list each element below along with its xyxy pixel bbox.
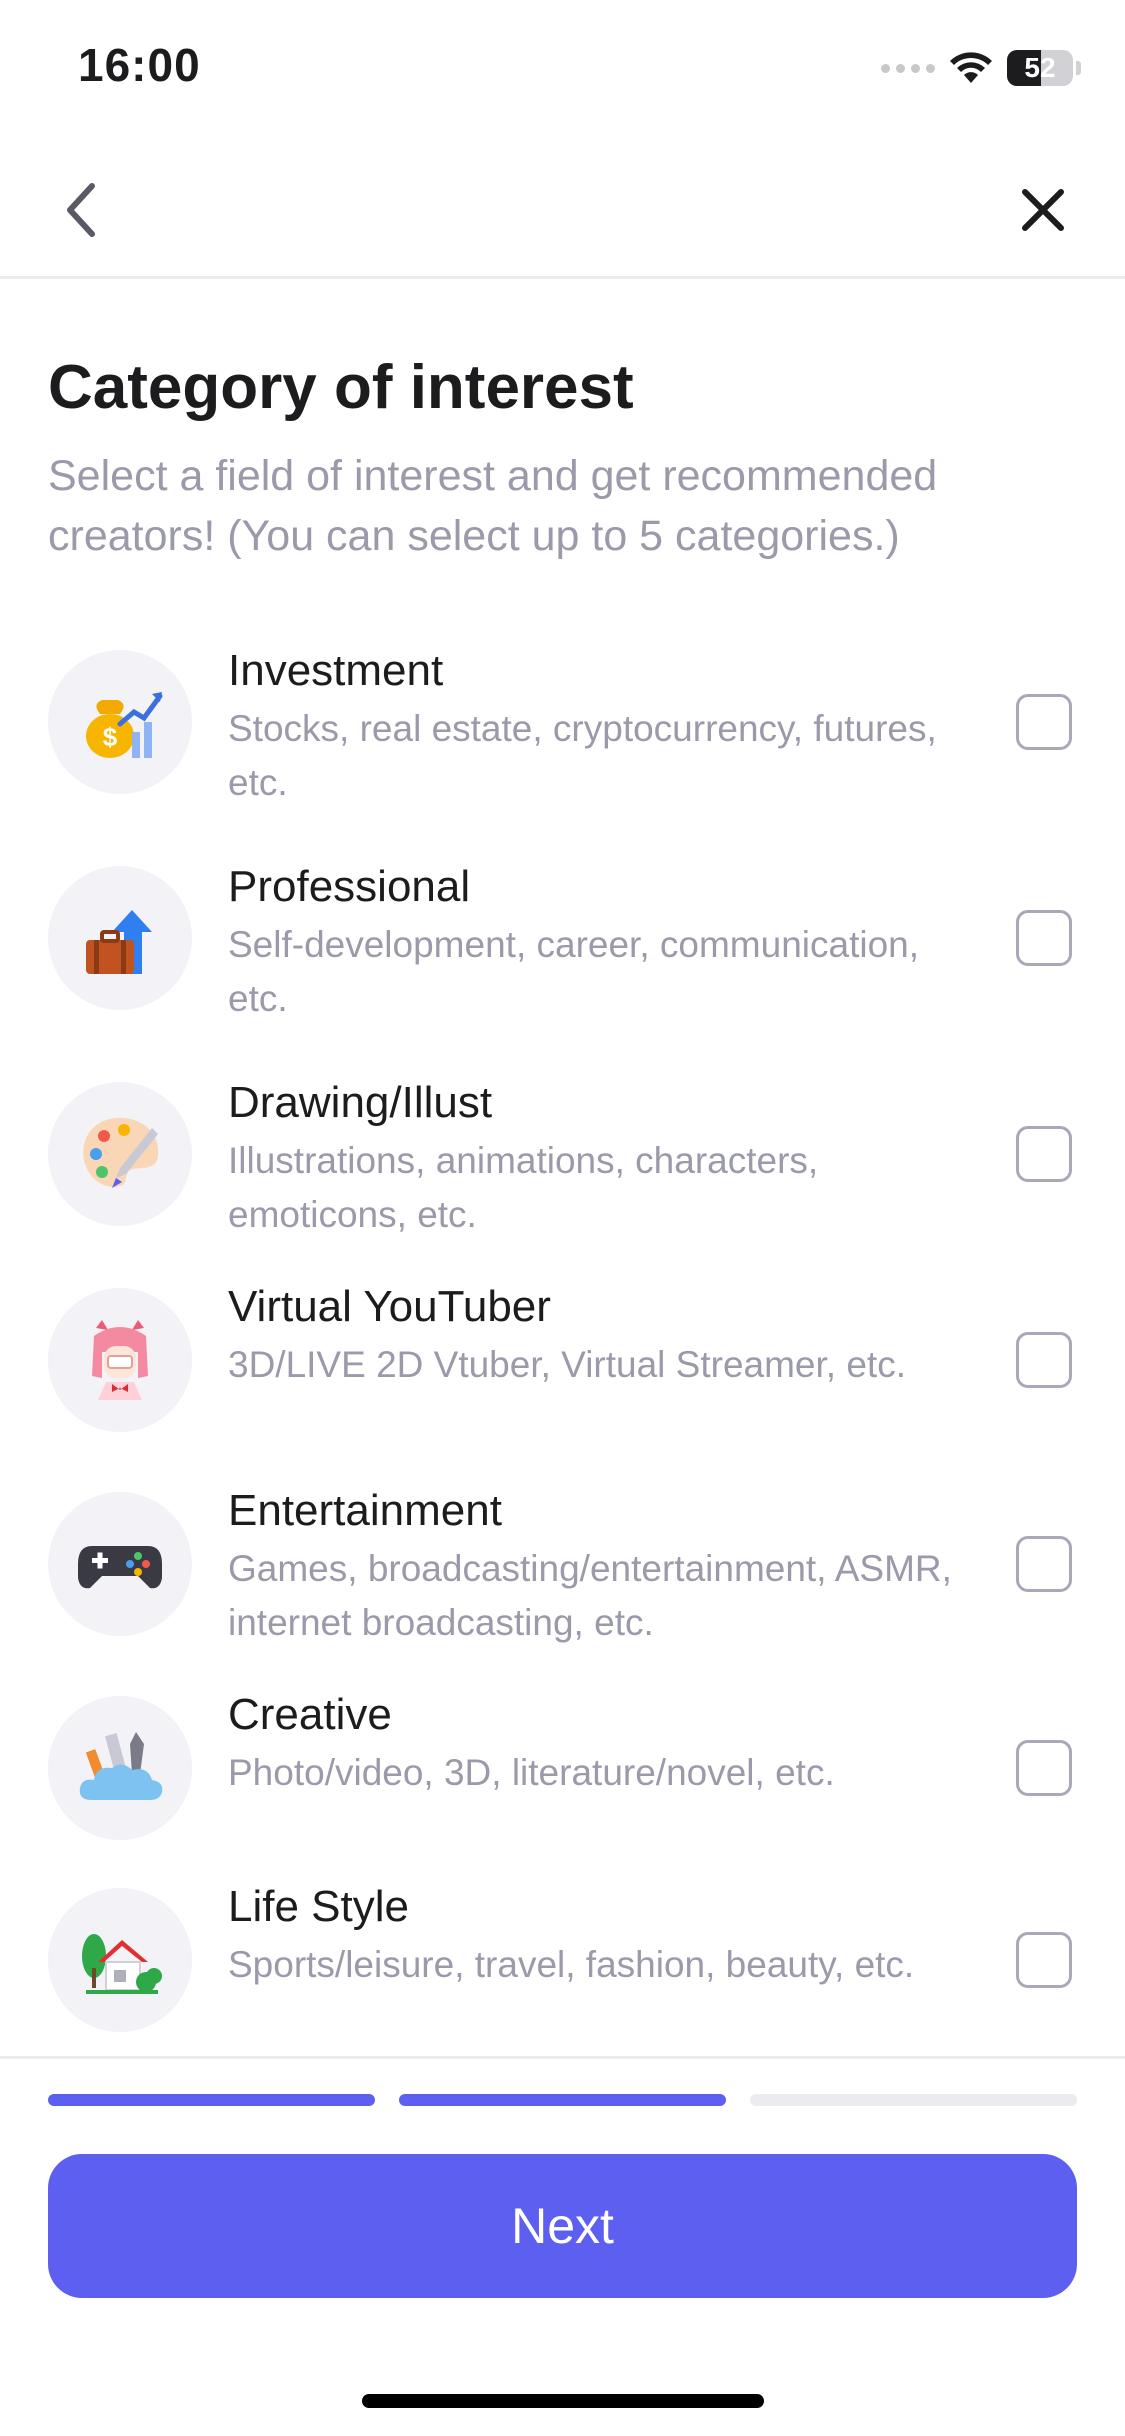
category-checkbox[interactable] [1016,1126,1072,1182]
category-description: Sports/leisure, travel, fashion, beauty,… [228,1944,915,1985]
briefcase-arrow-icon [86,910,152,974]
home-indicator [362,2394,764,2408]
icon-container [48,1696,192,1840]
battery-level: 52 [1024,52,1056,83]
battery-icon: 52 [1007,50,1073,86]
category-description: Photo/video, 3D, literature/novel, etc. [228,1752,835,1793]
close-button[interactable] [1003,170,1083,250]
icon-container [48,866,192,1010]
next-button[interactable]: Next [48,2154,1077,2298]
money-bag-chart-icon: $ [86,692,163,758]
status-bar: 16:00 52 [0,0,1125,135]
category-title: Professional [228,862,471,911]
category-checkbox[interactable] [1016,1332,1072,1388]
category-title: Creative [228,1690,392,1739]
gamepad-icon [78,1546,162,1589]
back-button[interactable] [42,170,122,250]
category-title: Drawing/Illust [228,1078,493,1127]
signal-dots-icon [881,63,935,73]
category-title: Investment [228,646,444,695]
palette-brush-icon [83,1118,159,1188]
category-title: Life Style [228,1882,409,1931]
cloud-tools-icon [79,1732,163,1800]
status-time: 16:00 [78,39,201,91]
progress-segment [750,2094,1077,2106]
category-checkbox[interactable] [1016,694,1072,750]
status-icons: 52 [881,44,1081,92]
progress-segment [399,2094,726,2106]
progress-segment [48,2094,375,2106]
icon-container [48,1288,192,1432]
category-description: Illustrations, animations, characters, e… [228,1140,819,1235]
category-description: Self-development, career, communication,… [228,924,920,1019]
category-checkbox[interactable] [1016,910,1072,966]
category-checkbox[interactable] [1016,1932,1072,1988]
icon-container [48,1082,192,1226]
icon-container: $ [48,650,192,794]
close-icon [1022,189,1064,231]
category-checkbox[interactable] [1016,1536,1072,1592]
nav-bar [0,140,1125,279]
chevron-left-icon [67,183,95,237]
bottom-divider [0,2056,1125,2059]
category-description: Stocks, real estate, cryptocurrency, fut… [228,708,937,803]
category-title: Virtual YouTuber [228,1282,551,1331]
step-progress [48,2094,1077,2106]
page-subtitle: Select a field of interest and get recom… [48,452,938,560]
wifi-icon [950,52,992,83]
category-checkbox[interactable] [1016,1740,1072,1796]
category-title: Entertainment [228,1486,502,1535]
category-description: 3D/LIVE 2D Vtuber, Virtual Streamer, etc… [228,1344,906,1385]
vtuber-girl-icon [92,1320,148,1400]
svg-text:$: $ [103,722,118,752]
page-title: Category of interest [48,353,634,422]
house-tree-icon [82,1934,162,1994]
category-description: Games, broadcasting/entertainment, ASMR,… [228,1548,952,1643]
icon-container [48,1888,192,2032]
icon-container [48,1492,192,1636]
